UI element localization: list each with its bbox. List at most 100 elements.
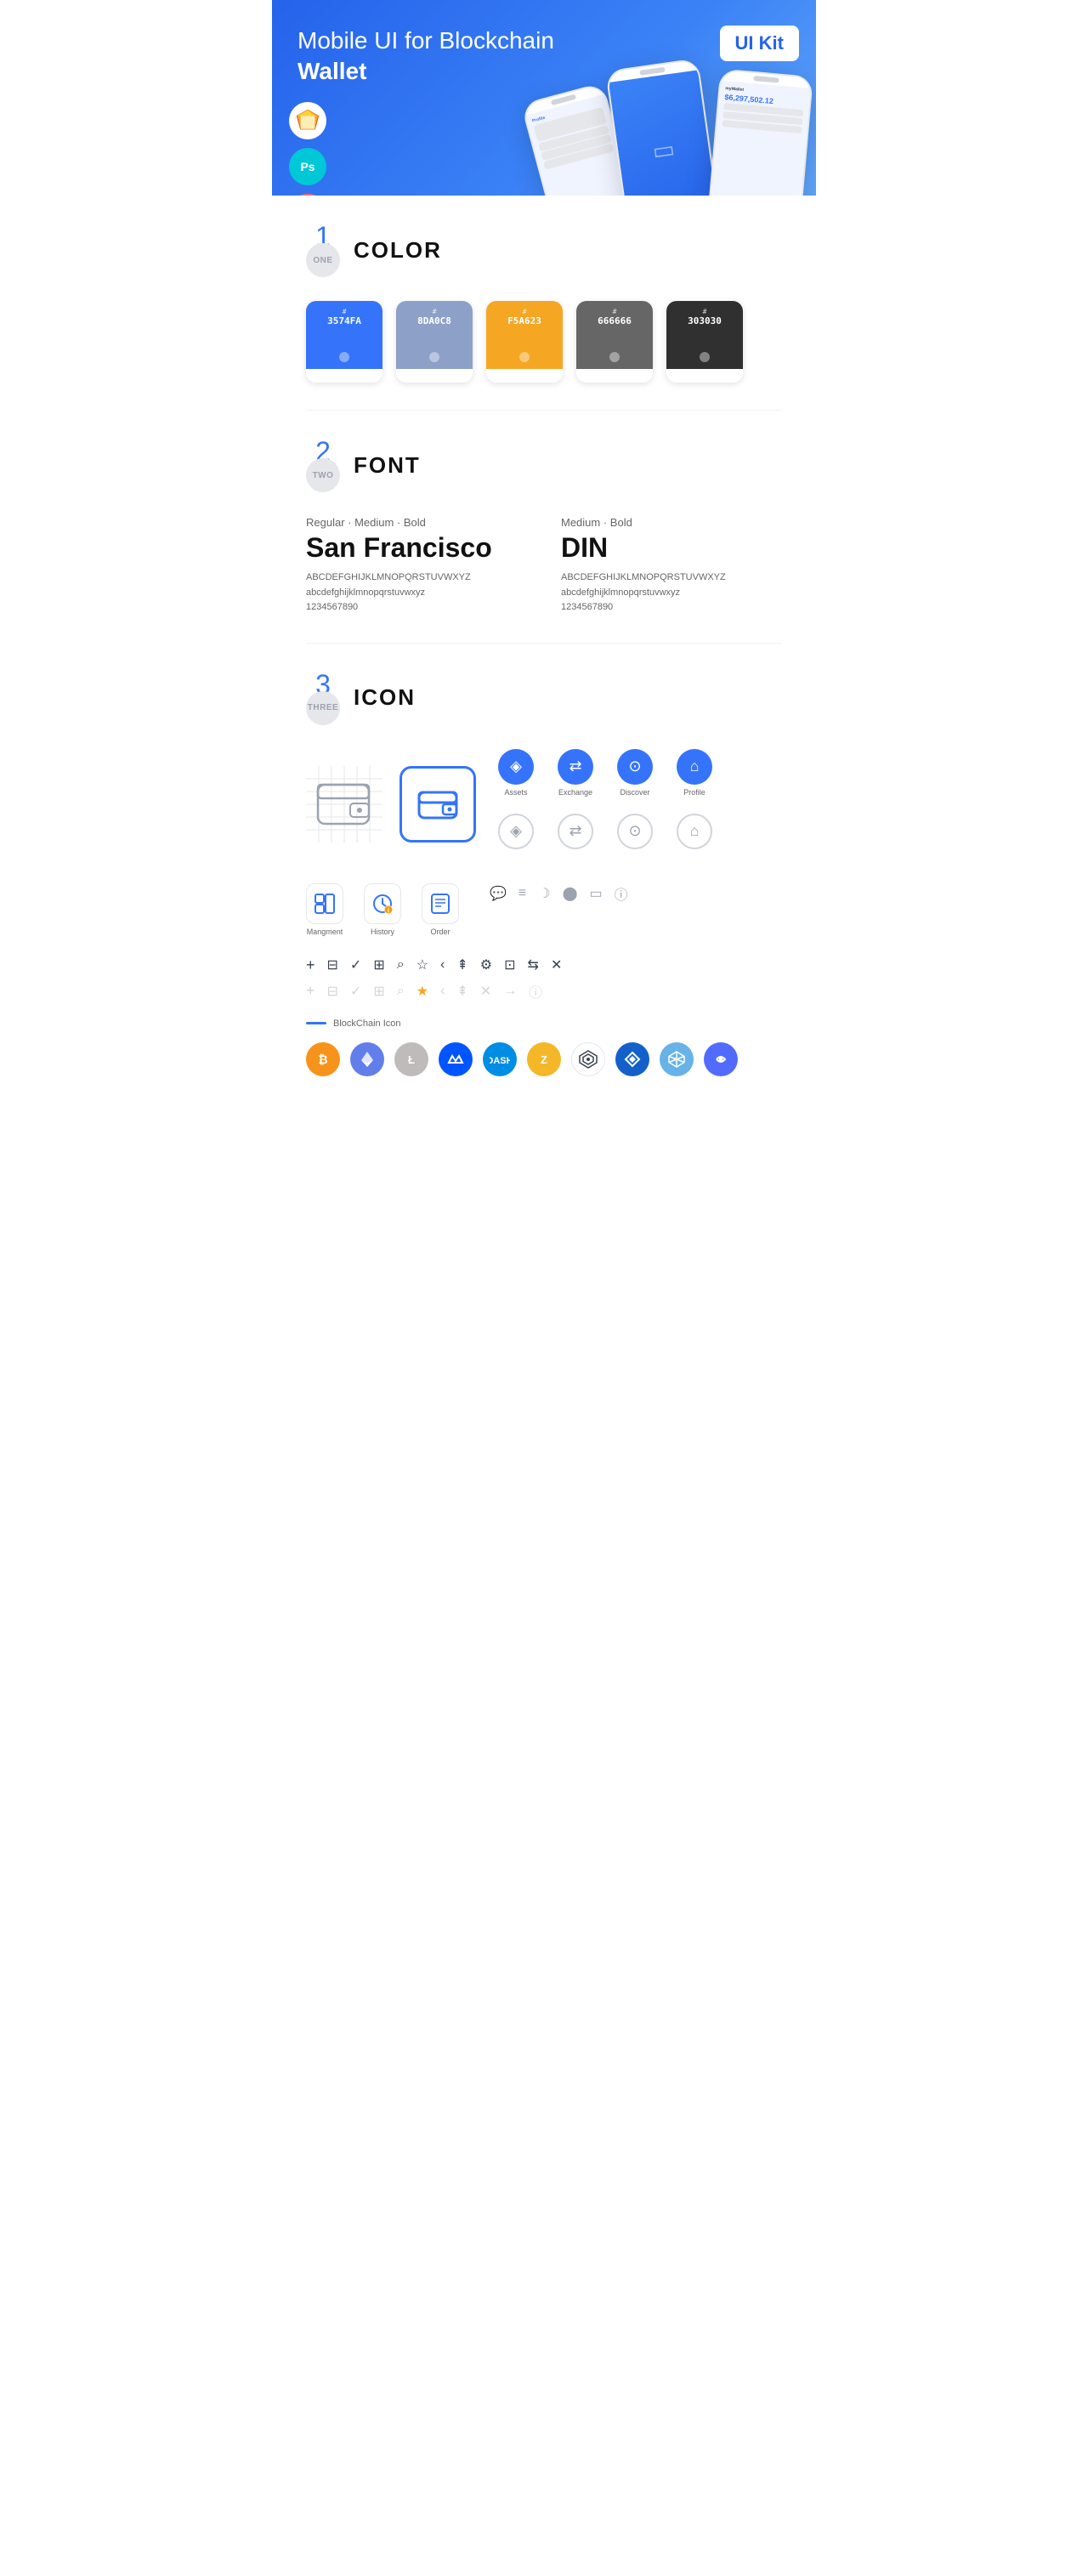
color-section: 1 ONE COLOR # 3574FA # 8DA0C8 # F5A623 xyxy=(272,196,816,410)
icon-item-discover-outline: ⊙ xyxy=(612,814,658,849)
icon-item-exchange-outline: ⇄ xyxy=(552,814,598,849)
icon-nav-rows: ◈ Assets ⇄ Exchange ⊙ Discover ⌂ Profile xyxy=(493,749,717,860)
arrow-icon-light: → xyxy=(503,984,517,999)
share-icon: ⇞ xyxy=(456,956,468,973)
plus-icon: + xyxy=(306,956,315,974)
blockchain-label: BlockChain Icon xyxy=(306,1018,782,1029)
section-number-3: 3 THREE xyxy=(306,671,340,725)
icon-item-assets: ◈ Assets xyxy=(493,749,539,797)
upload-icon: ⊡ xyxy=(504,956,515,973)
document-icon: ⊟ xyxy=(327,956,338,973)
order-icon-box xyxy=(422,883,459,924)
check-icon: ✓ xyxy=(350,956,361,973)
icon-item-assets-outline: ◈ xyxy=(493,814,539,849)
phone-mockup-3: myWallet $6,297,502.12 xyxy=(706,69,813,196)
svg-text:Ł: Ł xyxy=(408,1053,415,1066)
management-icon-box xyxy=(306,883,343,924)
color-section-header: 1 ONE COLOR xyxy=(306,223,782,277)
waves-icon xyxy=(439,1042,473,1076)
font-columns: Regular · Medium · Bold San Francisco AB… xyxy=(306,516,782,616)
chevron-left-light: ‹ xyxy=(440,984,445,999)
svg-text:₿: ₿ xyxy=(318,1053,327,1066)
litecoin-icon: Ł xyxy=(394,1042,428,1076)
sketch-badge xyxy=(289,102,326,139)
section-number-2: 2 TWO xyxy=(306,438,340,492)
ui-kit-badge: UI Kit xyxy=(720,26,799,61)
circle-icon: ⬤ xyxy=(563,885,578,902)
check-icon-light: ✓ xyxy=(350,983,361,1000)
hero-section: Mobile UI for Blockchain Wallet UI Kit P… xyxy=(272,0,816,196)
info-icon: ⓘ xyxy=(615,883,628,904)
icon-order: Order xyxy=(422,883,459,936)
svg-text:DASH: DASH xyxy=(490,1056,510,1066)
small-icons-group: 💬 ≡ ☽ ⬤ ▭ ⓘ xyxy=(490,883,628,936)
icon-design-row: ◈ Assets ⇄ Exchange ⊙ Discover ⌂ Profile xyxy=(306,749,782,860)
crypto-icons-row: ₿ Ł DASH xyxy=(306,1042,782,1076)
chevron-left-icon: ‹ xyxy=(440,957,445,973)
zcash-icon: Z xyxy=(527,1042,561,1076)
moon-icon: ☽ xyxy=(538,885,550,902)
assets-icon: ◈ xyxy=(498,749,534,785)
history-icon-box: i xyxy=(364,883,401,924)
hero-badges: Ps 60+Screens xyxy=(289,102,326,196)
stratis-icon xyxy=(615,1042,649,1076)
qr-icon: ⊞ xyxy=(373,956,384,973)
ps-badge: Ps xyxy=(289,148,326,185)
qr-icon-light: ⊞ xyxy=(373,983,384,1000)
icon-row-colored: ◈ Assets ⇄ Exchange ⊙ Discover ⌂ Profile xyxy=(493,749,717,797)
icon-management: Mangment xyxy=(306,883,343,936)
icon-history: i History xyxy=(364,883,401,936)
info-icon-light: ⓘ xyxy=(529,981,542,1001)
svg-text:i: i xyxy=(388,908,389,914)
icon-section: 3 THREE ICON xyxy=(272,644,816,1104)
icon-item-profile: ⌂ Profile xyxy=(672,749,717,797)
color-swatch-blue: # 3574FA xyxy=(306,301,382,383)
font-sf: Regular · Medium · Bold San Francisco AB… xyxy=(306,516,527,616)
bitcoin-icon: ₿ xyxy=(306,1042,340,1076)
search-icon: ⌕ xyxy=(397,957,405,973)
grid-icon xyxy=(571,1042,605,1076)
toolbar-icons-row2: + ⊟ ✓ ⊞ ⌕ ★ ‹ ⇞ ✕ → ⓘ xyxy=(306,981,782,1001)
dash-icon: DASH xyxy=(483,1042,517,1076)
phone-mockup-2: ▭ xyxy=(605,58,720,196)
swap-icon: ⇆ xyxy=(528,956,539,973)
toolbar-icons-row1: + ⊟ ✓ ⊞ ⌕ ☆ ‹ ⇞ ⚙ ⊡ ⇆ ✕ xyxy=(306,956,782,974)
ethereum-icon xyxy=(350,1042,384,1076)
color-swatch-orange: # F5A623 xyxy=(486,301,563,383)
chat-icon: 💬 xyxy=(490,885,507,902)
icon-item-discover: ⊙ Discover xyxy=(612,749,658,797)
font-section: 2 TWO FONT Regular · Medium · Bold San F… xyxy=(272,411,816,643)
share-icon-light: ⇞ xyxy=(456,983,468,1000)
color-swatch-gray: # 666666 xyxy=(576,301,653,383)
color-swatch-dark: # 303030 xyxy=(666,301,743,383)
icon-wireframe-grid xyxy=(306,766,382,843)
font-section-header: 2 TWO FONT xyxy=(306,438,782,492)
font-din: Medium · Bold DIN ABCDEFGHIJKLMNOPQRSTUV… xyxy=(561,516,782,616)
nem-icon xyxy=(660,1042,694,1076)
exchange-icon: ⇄ xyxy=(558,749,593,785)
screens-badge: 60+Screens xyxy=(289,194,326,196)
icon-item-exchange: ⇄ Exchange xyxy=(552,749,598,797)
x-icon-light: ✕ xyxy=(480,983,491,1000)
star-icon: ☆ xyxy=(416,956,428,973)
svg-text:Z: Z xyxy=(541,1053,547,1066)
icon-section-header: 3 THREE ICON xyxy=(306,671,782,725)
discover-outline-icon: ⊙ xyxy=(617,814,653,849)
app-icons-row: Mangment i History xyxy=(306,883,782,936)
gear-icon: ⚙ xyxy=(480,956,492,973)
section-number-1: 1 ONE xyxy=(306,223,340,277)
profile-icon-blue: ⌂ xyxy=(677,749,712,785)
icon-item-profile-outline: ⌂ xyxy=(672,814,717,849)
close-icon: ✕ xyxy=(551,956,562,973)
bc-line xyxy=(306,1022,326,1024)
exchange-outline-icon: ⇄ xyxy=(558,814,593,849)
document-icon-light: ⊟ xyxy=(327,983,338,1000)
color-swatches: # 3574FA # 8DA0C8 # F5A623 # xyxy=(306,301,782,383)
color-swatch-grayblue: # 8DA0C8 xyxy=(396,301,473,383)
msg-icon: ▭ xyxy=(590,885,603,902)
assets-outline-icon: ◈ xyxy=(498,814,534,849)
search-icon-light: ⌕ xyxy=(397,984,405,999)
icon-row-outline: ◈ ⇄ ⊙ ⌂ xyxy=(493,814,717,849)
icon-colored-wallet xyxy=(400,766,476,843)
star-icon-colored: ★ xyxy=(416,983,428,1000)
